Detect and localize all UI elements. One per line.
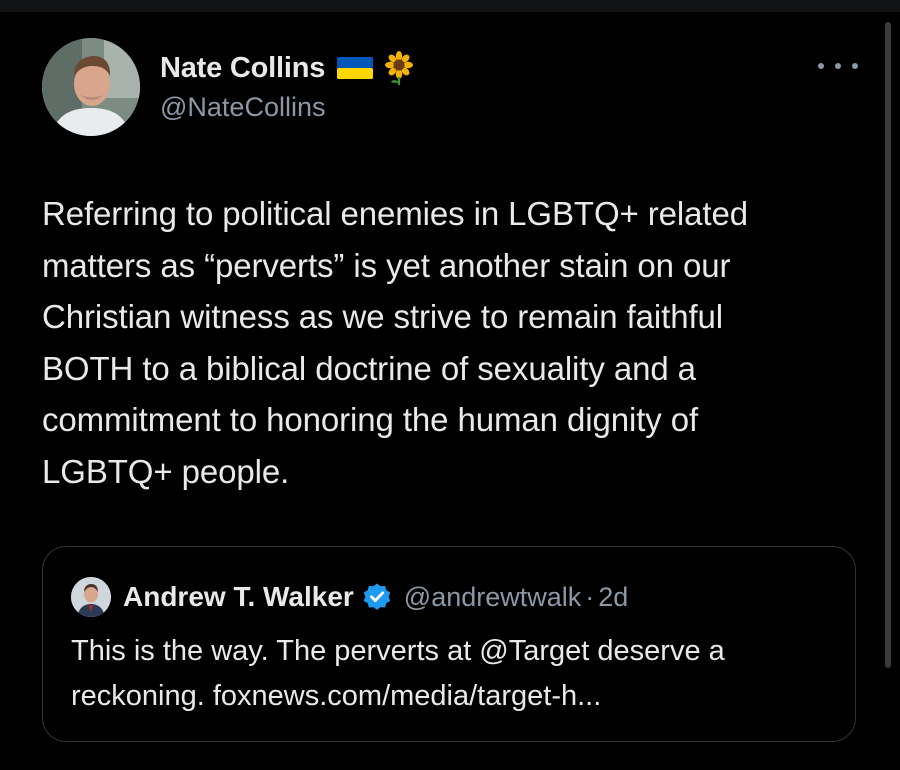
quoted-tweet-card[interactable]: Andrew T. Walker @andrewtwalk · 2d This … xyxy=(42,546,856,742)
tweet[interactable]: Nate Collins @NateCollins Referring to p… xyxy=(0,0,880,770)
tweet-text-line: matters as “perverts” is yet another sta… xyxy=(42,246,731,284)
quoted-separator: · xyxy=(585,581,595,612)
quoted-text-line: reckoning. foxnews.com/media/target-h... xyxy=(71,680,602,712)
quoted-author-name[interactable]: Andrew T. Walker xyxy=(123,581,354,613)
verified-badge-icon xyxy=(363,583,391,610)
quoted-author-handle[interactable]: @andrewtwalk xyxy=(404,582,581,613)
more-options-icon[interactable] xyxy=(818,54,858,78)
quoted-tweet-text: This is the way. The perverts at @Target… xyxy=(71,629,841,719)
tweet-text-line: commitment to honoring the human dignity… xyxy=(42,401,699,438)
author-handle[interactable]: @NateCollins xyxy=(160,92,325,123)
author-display-name[interactable]: Nate Collins xyxy=(160,52,325,85)
tweet-text-line: Referring to political enemies in LGBTQ+… xyxy=(42,195,748,232)
author-name-row[interactable]: Nate Collins xyxy=(160,48,415,88)
quoted-author-avatar[interactable] xyxy=(71,577,111,617)
more-dot xyxy=(818,63,824,69)
tweet-text-line: Christian witness as we strive to remain… xyxy=(42,298,724,335)
quoted-timestamp[interactable]: 2d xyxy=(598,582,628,613)
scrollbar[interactable] xyxy=(885,22,891,668)
more-dot xyxy=(852,63,858,69)
tweet-text-line: LGBTQ+ people. xyxy=(42,452,290,490)
quoted-text-line: This is the way. The perverts at @Target… xyxy=(71,635,725,667)
tweet-text-line: BOTH to a biblical doctrine of sexuality… xyxy=(42,349,696,387)
more-dot xyxy=(835,63,841,69)
ukraine-flag-icon xyxy=(337,57,374,79)
quoted-header: Andrew T. Walker @andrewtwalk · 2d xyxy=(123,579,628,615)
sunflower-icon xyxy=(385,51,414,85)
tweet-text: Referring to political enemies in LGBTQ+… xyxy=(42,188,862,497)
author-avatar[interactable] xyxy=(42,38,140,136)
